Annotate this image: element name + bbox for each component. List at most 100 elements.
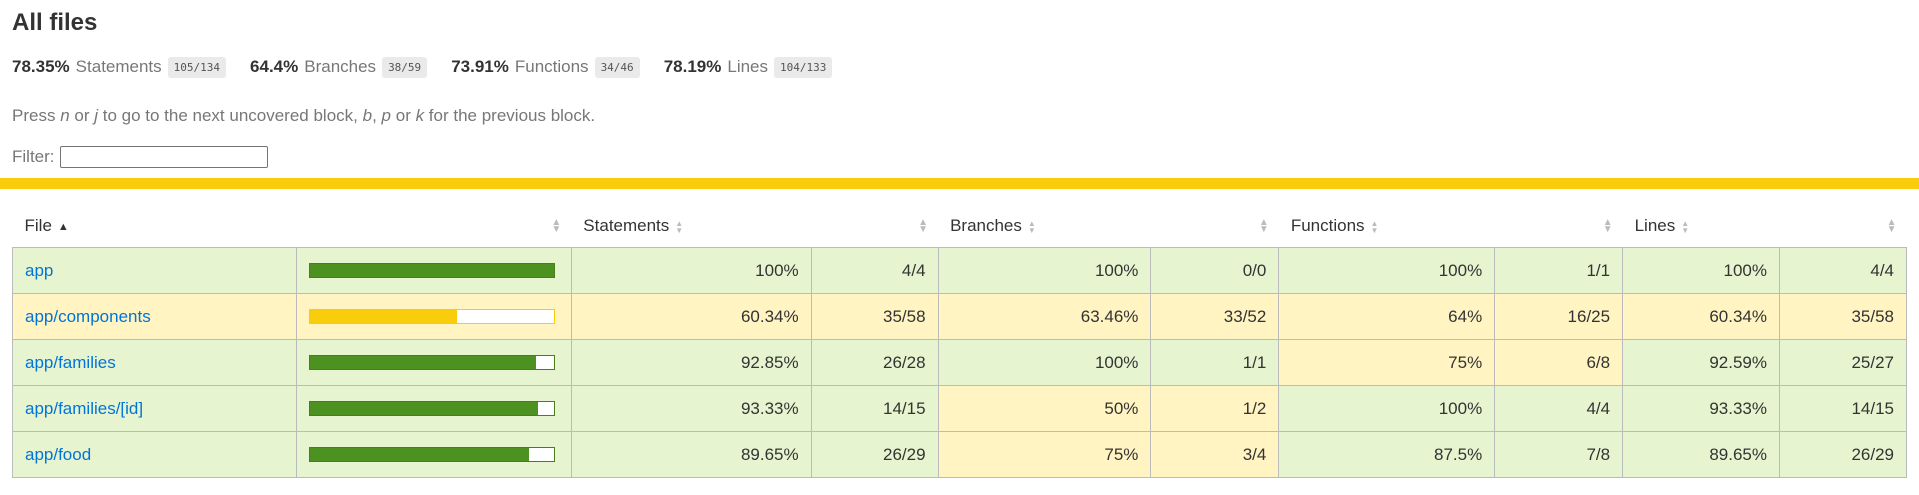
help-key: n <box>60 106 70 125</box>
branches-fraction-cell: 1/2 <box>1150 385 1280 432</box>
file-cell: app <box>12 247 297 294</box>
filter-label: Filter: <box>12 147 55 166</box>
table-row: app/food 89.65% 26/29 75% 3/4 87.5% 7/8 89.65% 2… <box>12 431 1908 478</box>
file-cell: app/food <box>12 431 297 478</box>
table-row: app/components 60.34% 35/58 63.46% 33/52 64% 1… <box>12 293 1908 340</box>
table-body: app 100% 4/4 100% 0/0 100% 1/1 100% 4/4 app/compo… <box>12 247 1908 478</box>
coverage-bar-cell <box>295 385 572 432</box>
help-key: p <box>381 106 392 125</box>
lines-pct-cell: 93.33% <box>1622 385 1780 432</box>
file-link[interactable]: app/families/[id] <box>25 399 143 418</box>
branches-fraction-cell: 1/1 <box>1150 339 1280 386</box>
table-header-row: File ▲ ▲ ▼ Statements ▲ ▼ ▲ ▼ Branches ▲ ▼ ▲ ▼ F… <box>13 205 1907 248</box>
column-header-branches-frac[interactable]: ▲ ▼ <box>1151 205 1279 248</box>
summary-pct: 64.4% <box>250 57 299 76</box>
coverage-bar-cell <box>295 247 572 294</box>
column-header-lines-frac[interactable]: ▲ ▼ <box>1779 205 1906 248</box>
branches-fraction-cell: 3/4 <box>1150 431 1280 478</box>
column-header-file-bar[interactable]: ▲ ▼ <box>296 205 571 248</box>
column-header-statements[interactable]: Statements ▲ ▼ <box>571 205 811 248</box>
column-header-branches[interactable]: Branches ▲ ▼ <box>938 205 1151 248</box>
table-row: app 100% 4/4 100% 0/0 100% 1/1 100% 4/4 <box>12 247 1908 294</box>
table-row: app/families/[id] 93.33% 14/15 50% 1/2 100% 4/… <box>12 385 1908 432</box>
coverage-bar-cell <box>295 431 572 478</box>
filter-input[interactable] <box>59 146 268 168</box>
help-text: or <box>69 106 95 125</box>
functions-fraction-cell: 4/4 <box>1494 385 1624 432</box>
statements-fraction-cell: 4/4 <box>810 247 939 294</box>
coverage-bar-cell <box>295 293 572 340</box>
coverage-bar-cell <box>295 339 572 386</box>
functions-pct-cell: 87.5% <box>1278 431 1496 478</box>
file-cell: app/families <box>12 339 297 386</box>
column-header-file[interactable]: File ▲ <box>13 205 297 248</box>
sort-icon: ▲ ▼ <box>1886 217 1897 235</box>
sort-icon: ▲ ▼ <box>551 217 562 235</box>
table-row: app/families 92.85% 26/28 100% 1/1 75% 6/8 92.5… <box>12 339 1908 386</box>
summary-branches: 64.4% Branches 38/59 <box>250 56 428 78</box>
coverage-bar-fill <box>309 448 529 461</box>
sort-icon: ▲ ▼ <box>918 217 929 235</box>
functions-fraction-cell: 1/1 <box>1494 247 1624 294</box>
file-cell: app/families/[id] <box>12 385 297 432</box>
coverage-bar <box>308 447 555 462</box>
summary-fraction: 105/134 <box>167 56 227 78</box>
help-text: for the previous block. <box>424 106 596 125</box>
statements-pct-cell: 100% <box>570 247 812 294</box>
page-title: All files <box>12 9 98 36</box>
lines-pct-cell: 60.34% <box>1622 293 1780 340</box>
file-link[interactable]: app/families <box>25 353 116 372</box>
header-label: Statements <box>583 216 670 235</box>
coverage-bar <box>308 309 555 324</box>
summary-pct: 78.35% <box>12 57 70 76</box>
branches-pct-cell: 63.46% <box>937 293 1152 340</box>
lines-fraction-cell: 26/29 <box>1778 431 1908 478</box>
file-link[interactable]: app/components <box>25 307 151 326</box>
help-text: , <box>372 106 382 125</box>
lines-pct-cell: 100% <box>1622 247 1780 294</box>
lines-pct-cell: 92.59% <box>1622 339 1780 386</box>
summary-fraction: 38/59 <box>382 56 428 78</box>
file-link[interactable]: app <box>25 261 53 280</box>
coverage-bar <box>308 401 555 416</box>
branches-pct-cell: 100% <box>937 339 1152 386</box>
branches-pct-cell: 75% <box>937 431 1152 478</box>
coverage-bar <box>308 355 555 370</box>
column-header-functions-frac[interactable]: ▲ ▼ <box>1495 205 1623 248</box>
functions-pct-cell: 64% <box>1278 293 1496 340</box>
coverage-status-bar <box>0 178 1919 189</box>
help-key: b <box>362 106 373 125</box>
header-label: File <box>24 216 52 235</box>
functions-pct-cell: 75% <box>1278 339 1496 386</box>
column-header-lines[interactable]: Lines ▲ ▼ <box>1623 205 1780 248</box>
sort-icon: ▲ ▼ <box>1027 218 1036 235</box>
sort-icon: ▲ ▼ <box>675 218 684 235</box>
coverage-bar-fill <box>309 264 554 277</box>
summary-functions: 73.91% Functions 34/46 <box>451 56 640 78</box>
lines-fraction-cell: 25/27 <box>1778 339 1908 386</box>
coverage-bar <box>308 263 555 278</box>
summary-label: Branches <box>304 57 377 76</box>
branches-pct-cell: 50% <box>937 385 1152 432</box>
coverage-table: File ▲ ▲ ▼ Statements ▲ ▼ ▲ ▼ Branches ▲ ▼ ▲ ▼ F… <box>12 205 1908 478</box>
header-label: Branches <box>950 216 1022 235</box>
functions-pct-cell: 100% <box>1278 385 1496 432</box>
lines-fraction-cell: 35/58 <box>1778 293 1908 340</box>
column-header-functions[interactable]: Functions ▲ ▼ <box>1279 205 1495 248</box>
functions-fraction-cell: 7/8 <box>1494 431 1624 478</box>
column-header-statements-frac[interactable]: ▲ ▼ <box>811 205 938 248</box>
functions-pct-cell: 100% <box>1278 247 1496 294</box>
coverage-bar-fill <box>309 402 538 415</box>
sort-icon: ▲ ▼ <box>1602 217 1613 235</box>
summary-statements: 78.35% Statements 105/134 <box>12 56 227 78</box>
sort-ascending-icon: ▲ <box>57 220 69 233</box>
functions-fraction-cell: 6/8 <box>1494 339 1624 386</box>
filter-row: Filter: <box>12 146 1907 168</box>
file-link[interactable]: app/food <box>25 445 91 464</box>
statements-fraction-cell: 14/15 <box>810 385 939 432</box>
keyboard-help-text: Press n or j to go to the next uncovered… <box>12 106 1907 126</box>
branches-pct-cell: 100% <box>937 247 1152 294</box>
statements-fraction-cell: 26/29 <box>810 431 939 478</box>
coverage-bar-fill <box>309 356 537 369</box>
summary-pct: 78.19% <box>663 57 722 76</box>
